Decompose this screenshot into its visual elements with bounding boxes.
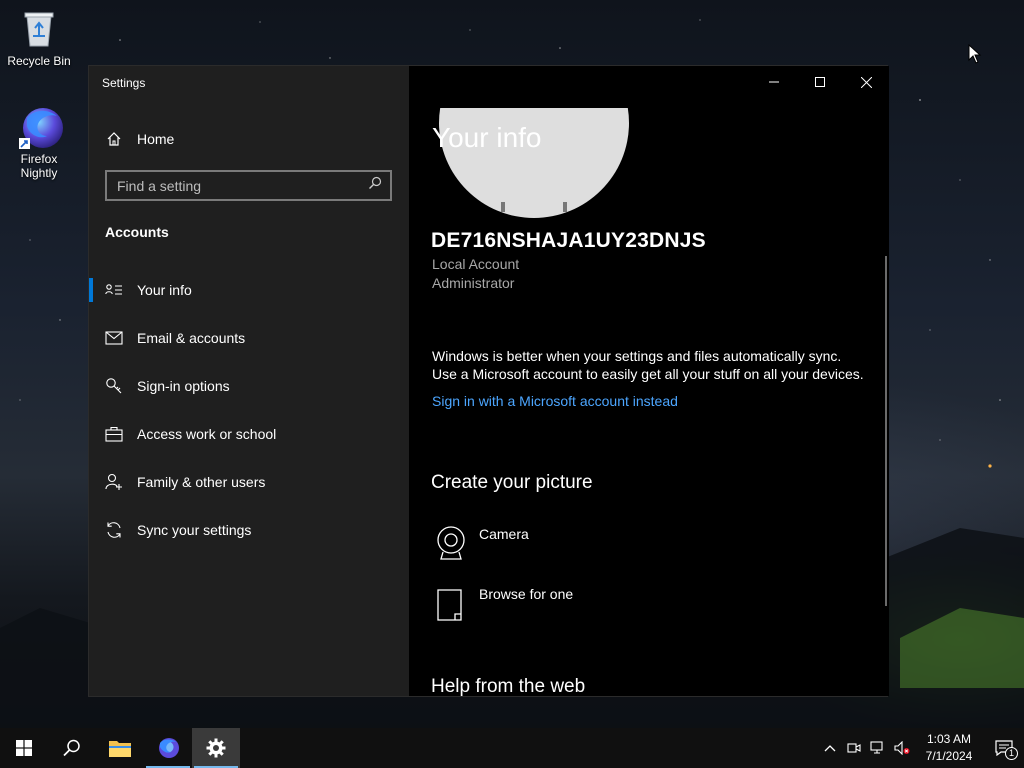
recycle-bin-icon bbox=[17, 6, 61, 50]
action-center-button[interactable]: 1 bbox=[984, 728, 1024, 768]
volume-muted-icon bbox=[894, 741, 910, 755]
recycle-bin-desktop-icon[interactable]: Recycle Bin bbox=[1, 6, 77, 68]
search-icon[interactable] bbox=[368, 176, 382, 195]
mail-icon bbox=[105, 329, 123, 347]
browse-option[interactable]: Browse for one bbox=[435, 586, 573, 622]
nav-item-your-info[interactable]: Your info bbox=[89, 266, 409, 314]
clock-date: 7/1/2024 bbox=[925, 749, 973, 763]
content-scrollbar[interactable] bbox=[885, 256, 887, 606]
nav-item-label: Your info bbox=[137, 282, 192, 298]
settings-window: Settings Home Accounts Your info bbox=[88, 65, 889, 697]
home-label: Home bbox=[137, 131, 175, 147]
sign-in-microsoft-account-link[interactable]: Sign in with a Microsoft account instead bbox=[432, 393, 678, 409]
nav-item-label: Family & other users bbox=[137, 474, 266, 490]
nav-item-email-accounts[interactable]: Email & accounts bbox=[89, 314, 409, 362]
create-picture-heading: Create your picture bbox=[431, 472, 593, 493]
close-icon bbox=[860, 76, 872, 88]
firefox-nightly-icon bbox=[17, 104, 63, 149]
minimize-button[interactable] bbox=[751, 66, 797, 98]
system-tray: 1:03 AM 7/1/2024 1 bbox=[818, 728, 1024, 768]
folder-icon bbox=[109, 741, 131, 757]
find-setting-search-box[interactable] bbox=[105, 170, 392, 201]
username: DE716NSHAJA1UY23DNJS bbox=[431, 229, 706, 252]
home-icon bbox=[105, 130, 123, 148]
start-button[interactable] bbox=[0, 728, 48, 768]
nav-item-sync-settings[interactable]: Sync your settings bbox=[89, 506, 409, 554]
accounts-section-label: Accounts bbox=[105, 224, 169, 240]
taskbar: 1:03 AM 7/1/2024 1 bbox=[0, 728, 1024, 768]
nav-item-sign-in-options[interactable]: Sign-in options bbox=[89, 362, 409, 410]
gear-icon bbox=[206, 738, 226, 758]
your-info-content: Your info DE716NSHAJA1UY23DNJS Local Acc… bbox=[409, 66, 889, 696]
volume-button[interactable] bbox=[890, 728, 914, 768]
window-title: Settings bbox=[102, 76, 146, 90]
mouse-cursor-icon bbox=[968, 44, 982, 64]
page-title: Your info bbox=[432, 122, 542, 153]
window-caption-buttons bbox=[751, 66, 889, 98]
maximize-icon bbox=[815, 77, 825, 87]
sync-description-line1: Windows is better when your settings and… bbox=[432, 348, 842, 364]
account-type: Local Account bbox=[432, 256, 520, 272]
person-card-icon bbox=[105, 281, 123, 299]
camera-label: Camera bbox=[479, 526, 529, 542]
person-add-icon bbox=[105, 473, 123, 491]
firefox-nightly-label: Firefox Nightly bbox=[20, 152, 58, 180]
file-icon bbox=[435, 586, 467, 622]
notification-badge: 1 bbox=[1005, 747, 1018, 760]
accounts-nav-list: Your info Email & accounts Sign-in optio… bbox=[89, 266, 409, 554]
chevron-up-icon bbox=[824, 745, 836, 752]
browse-label: Browse for one bbox=[479, 586, 574, 602]
briefcase-icon bbox=[105, 425, 123, 443]
taskbar-search-button[interactable] bbox=[48, 728, 96, 768]
camera-icon bbox=[435, 526, 467, 562]
account-role: Administrator bbox=[432, 275, 515, 291]
network-button[interactable] bbox=[866, 728, 890, 768]
search-input[interactable] bbox=[117, 177, 368, 194]
firefox-nightly-desktop-icon[interactable]: Firefox Nightly bbox=[1, 104, 77, 180]
recycle-bin-label: Recycle Bin bbox=[7, 54, 71, 68]
home-nav-item[interactable]: Home bbox=[105, 128, 174, 150]
close-button[interactable] bbox=[843, 66, 889, 98]
clock-time: 1:03 AM bbox=[926, 732, 972, 746]
sync-icon bbox=[105, 521, 123, 539]
nav-item-label: Access work or school bbox=[137, 426, 277, 442]
webcam-icon bbox=[847, 743, 861, 753]
help-from-web-heading: Help from the web bbox=[431, 676, 586, 696]
show-hidden-icons-button[interactable] bbox=[818, 728, 842, 768]
firefox-nightly-taskbar-button[interactable] bbox=[144, 728, 192, 768]
windows-logo-icon bbox=[16, 740, 32, 756]
search-icon bbox=[63, 739, 80, 757]
settings-sidebar: Settings Home Accounts Your info bbox=[89, 66, 409, 696]
minimize-icon bbox=[769, 81, 779, 83]
meet-now-button[interactable] bbox=[842, 728, 866, 768]
file-explorer-taskbar-button[interactable] bbox=[96, 728, 144, 768]
key-icon bbox=[105, 377, 123, 395]
network-icon bbox=[870, 741, 883, 754]
clock[interactable]: 1:03 AM 7/1/2024 bbox=[914, 731, 984, 765]
nav-item-access-work-school[interactable]: Access work or school bbox=[89, 410, 409, 458]
nav-item-label: Sync your settings bbox=[137, 522, 252, 538]
firefox-nightly-icon bbox=[159, 738, 179, 758]
maximize-button[interactable] bbox=[797, 66, 843, 98]
nav-item-label: Email & accounts bbox=[137, 330, 246, 346]
sync-description-line2: Use a Microsoft account to easily get al… bbox=[432, 366, 864, 382]
settings-taskbar-button[interactable] bbox=[192, 728, 240, 768]
camera-option[interactable]: Camera bbox=[435, 526, 529, 562]
nav-item-family-other-users[interactable]: Family & other users bbox=[89, 458, 409, 506]
nav-item-label: Sign-in options bbox=[137, 378, 230, 394]
